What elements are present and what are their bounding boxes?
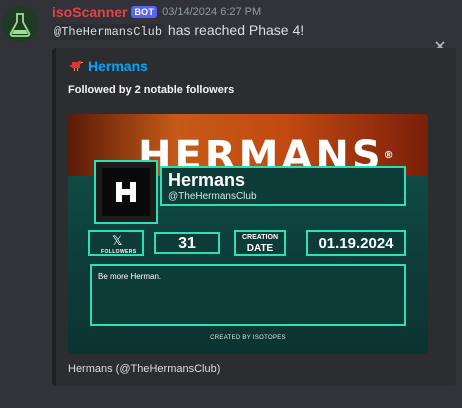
h-logo-icon <box>116 182 136 202</box>
creation-date-box: 01.19.2024 <box>306 230 406 256</box>
embed-footer: Hermans (@TheHermansClub) <box>68 363 221 375</box>
profile-handle: @TheHermansClub <box>168 191 257 202</box>
bio-text: Be more Herman. <box>98 272 162 281</box>
followers-label-box: 𝕏 FOLLOWERS <box>88 230 144 256</box>
bio-box: Be more Herman. <box>90 264 406 326</box>
created-by: CREATED BY ISOTOPES <box>210 335 286 341</box>
embed-author[interactable]: Hermans <box>68 58 148 74</box>
embed: Hermans Followed by 2 notable followers … <box>52 48 456 386</box>
embed-image[interactable]: HERMANS® Hermans @TheHermansClub 𝕏 FOLLO… <box>68 114 428 354</box>
profile-name: Hermans <box>168 170 246 190</box>
name-box: Hermans @TheHermansClub <box>160 166 406 206</box>
timestamp: 03/14/2024 6:27 PM <box>162 6 262 18</box>
logo-inner <box>102 168 150 216</box>
logo <box>94 160 158 224</box>
x-logo-icon: 𝕏 <box>112 233 123 248</box>
embed-title: Followed by 2 notable followers <box>68 84 235 96</box>
username[interactable]: isoScanner <box>52 4 127 20</box>
registered-mark: ® <box>383 150 394 161</box>
creation-label-box: CREATION DATE <box>234 230 286 256</box>
bot-badge: BOT <box>131 6 158 18</box>
followers-label: FOLLOWERS <box>101 249 137 255</box>
message-content: @TheHermansClub has reached Phase 4! <box>52 22 305 40</box>
message-header: isoScanner BOT 03/14/2024 6:27 PM <box>52 4 261 20</box>
mention[interactable]: @TheHermansClub <box>52 24 165 40</box>
followers-count-box: 31 <box>154 232 220 254</box>
date-label: DATE <box>246 243 274 254</box>
avatar[interactable] <box>2 6 38 42</box>
embed-author-name[interactable]: Hermans <box>88 58 148 74</box>
flask-icon <box>2 6 38 42</box>
creation-date: 01.19.2024 <box>318 235 394 252</box>
creation-label: CREATION <box>241 234 279 241</box>
message-text: has reached Phase 4! <box>167 22 305 38</box>
bird-icon <box>70 61 83 71</box>
followers-count: 31 <box>178 235 196 252</box>
